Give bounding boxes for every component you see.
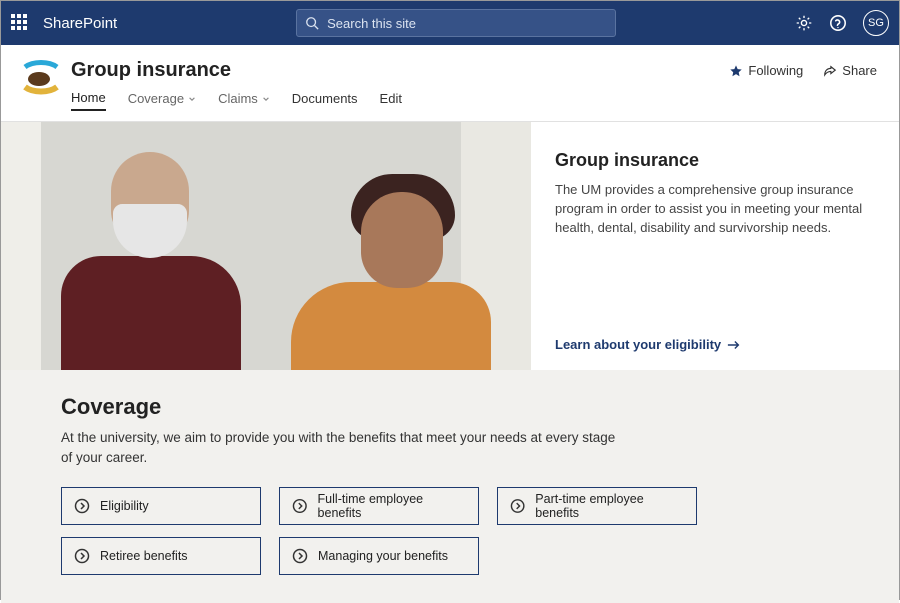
- nav-coverage[interactable]: Coverage: [128, 90, 196, 111]
- coverage-card-eligibility[interactable]: Eligibility: [61, 487, 261, 525]
- circle-arrow-icon: [292, 498, 308, 514]
- share-icon: [823, 64, 837, 78]
- circle-arrow-icon: [292, 548, 308, 564]
- site-logo-icon[interactable]: [23, 59, 59, 95]
- coverage-section: Coverage At the university, we aim to pr…: [1, 370, 899, 603]
- search-input[interactable]: Search this site: [296, 9, 616, 37]
- suite-bar: SharePoint Search this site SG: [1, 1, 899, 45]
- coverage-card-fulltime[interactable]: Full-time employee benefits: [279, 487, 479, 525]
- coverage-grid: Eligibility Full-time employee benefits …: [61, 487, 839, 575]
- circle-arrow-icon: [74, 548, 90, 564]
- site-header: Group insurance Home Coverage Claims Doc…: [1, 45, 899, 122]
- nav-edit[interactable]: Edit: [380, 90, 402, 111]
- gear-icon[interactable]: [795, 14, 813, 32]
- coverage-card-parttime[interactable]: Part-time employee benefits: [497, 487, 697, 525]
- site-actions: Following Share: [729, 63, 877, 78]
- coverage-subtitle: At the university, we aim to provide you…: [61, 428, 621, 467]
- star-icon: [729, 64, 743, 78]
- hero-body: The UM provides a comprehensive group in…: [555, 181, 875, 238]
- share-button[interactable]: Share: [823, 63, 877, 78]
- hero-image: [1, 122, 531, 370]
- nav-home[interactable]: Home: [71, 90, 106, 111]
- user-avatar[interactable]: SG: [863, 10, 889, 36]
- chevron-down-icon: [262, 95, 270, 103]
- circle-arrow-icon: [510, 498, 525, 514]
- site-title: Group insurance: [71, 59, 729, 82]
- hero-text: Group insurance The UM provides a compre…: [531, 122, 899, 370]
- coverage-card-retiree[interactable]: Retiree benefits: [61, 537, 261, 575]
- coverage-title: Coverage: [61, 394, 839, 420]
- following-button[interactable]: Following: [729, 63, 803, 78]
- circle-arrow-icon: [74, 498, 90, 514]
- hero-cta-link[interactable]: Learn about your eligibility: [555, 337, 875, 352]
- site-nav: Home Coverage Claims Documents Edit: [71, 90, 729, 121]
- brand-label[interactable]: SharePoint: [43, 15, 117, 32]
- coverage-card-managing[interactable]: Managing your benefits: [279, 537, 479, 575]
- nav-documents[interactable]: Documents: [292, 90, 358, 111]
- search-wrap: Search this site: [117, 9, 795, 37]
- app-launcher-icon[interactable]: [11, 14, 29, 32]
- nav-claims[interactable]: Claims: [218, 90, 270, 111]
- chevron-down-icon: [188, 95, 196, 103]
- help-icon[interactable]: [829, 14, 847, 32]
- site-headings: Group insurance Home Coverage Claims Doc…: [71, 59, 729, 121]
- arrow-right-icon: [727, 339, 741, 351]
- hero: Group insurance The UM provides a compre…: [1, 122, 899, 370]
- search-placeholder: Search this site: [327, 16, 416, 31]
- suite-right: SG: [795, 10, 889, 36]
- hero-title: Group insurance: [555, 150, 875, 171]
- search-icon: [305, 16, 319, 30]
